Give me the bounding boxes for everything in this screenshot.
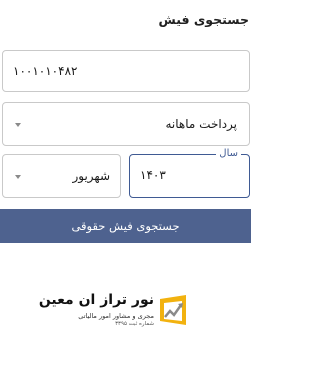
- brand-registration: شماره ثبت ۳۳۹۵: [115, 321, 154, 327]
- page-title: جستجوی فیش: [158, 12, 249, 27]
- month-value: شهریور: [72, 169, 110, 183]
- company-logo: نور تراز ان معین مجری و مشاور امور مالیا…: [39, 291, 188, 331]
- payment-type-value: پرداخت ماهانه: [165, 117, 238, 131]
- year-field[interactable]: سال ۱۴۰۳: [129, 148, 250, 198]
- search-fish-button[interactable]: جستجوی فیش حقوقی: [0, 209, 251, 243]
- brand-subtitle: مجری و مشاور امور مالیاتی: [78, 312, 154, 320]
- fish-number-field[interactable]: ۱۰۰۱۰۱۰۴۸۲: [2, 50, 250, 92]
- dropdown-caret-icon: [15, 123, 21, 127]
- fish-number-value: ۱۰۰۱۰۱۰۴۸۲: [13, 64, 78, 78]
- year-value: ۱۴۰۳: [140, 168, 166, 182]
- dropdown-caret-icon: [15, 175, 21, 179]
- logo-icon: [160, 295, 186, 325]
- brand-name: نور تراز ان معین: [38, 292, 154, 308]
- payment-type-select[interactable]: پرداخت ماهانه: [2, 102, 250, 146]
- year-label: سال: [216, 148, 241, 159]
- month-select[interactable]: شهریور: [2, 154, 121, 198]
